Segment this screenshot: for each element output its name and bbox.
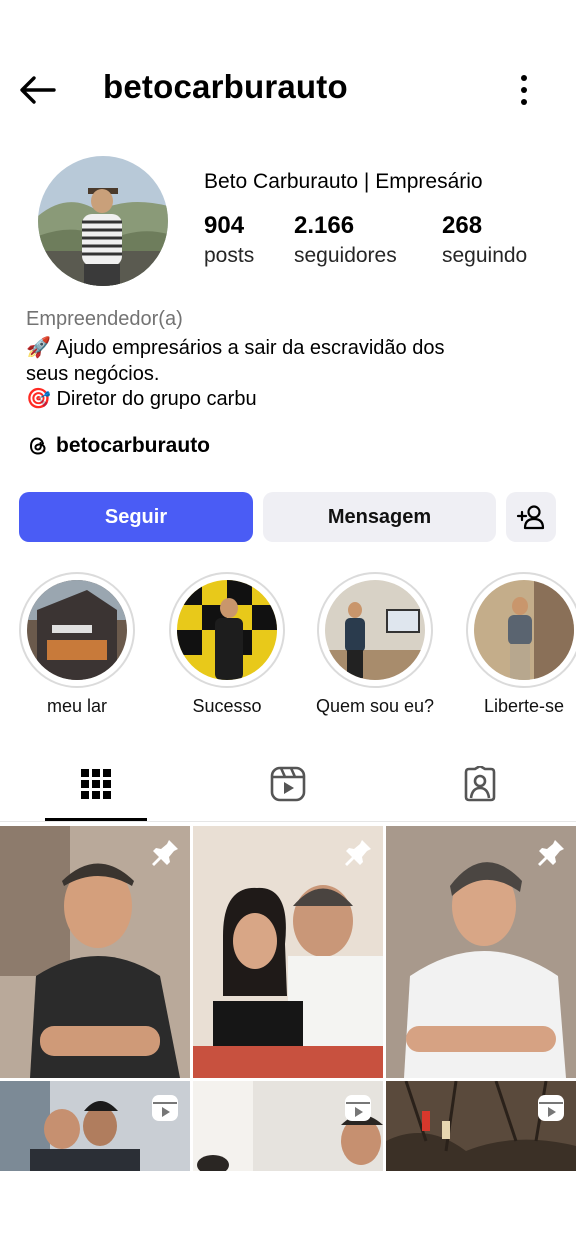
tab-divider	[0, 821, 576, 822]
followers-count[interactable]: 2.166	[294, 212, 354, 240]
tab-tagged[interactable]	[450, 762, 510, 806]
highlight-quem-sou-eu[interactable]: Quem sou eu?	[315, 572, 435, 717]
bio-line: seus negócios.	[26, 363, 160, 385]
threads-icon	[29, 437, 46, 455]
grid-post-pinned[interactable]	[193, 826, 383, 1078]
grid-reel[interactable]	[386, 1081, 576, 1171]
highlight-cover	[325, 580, 425, 680]
posts-label: posts	[204, 244, 255, 267]
bio-line: 🎯 Diretor do grupo carbu	[26, 388, 257, 410]
pin-icon	[150, 838, 180, 868]
pin-icon	[536, 838, 566, 868]
following-count[interactable]: 268	[442, 212, 482, 240]
tagged-icon	[464, 766, 496, 802]
tab-reels[interactable]	[258, 762, 318, 806]
suggest-people-button[interactable]	[506, 492, 556, 542]
message-button[interactable]: Mensagem	[263, 492, 496, 542]
profile-category: Empreendedor(a)	[26, 308, 183, 330]
pin-icon	[343, 838, 373, 868]
reel-icon	[343, 1093, 373, 1123]
back-arrow-icon[interactable]	[18, 72, 58, 108]
bio-line: 🚀 Ajudo empresários a sair da escravidão…	[26, 337, 445, 359]
highlight-label: meu lar	[46, 696, 108, 716]
highlight-cover	[474, 580, 574, 680]
highlight-label: Quem sou eu?	[315, 696, 435, 716]
posts-count: 904	[204, 212, 245, 239]
following-label[interactable]: seguindo	[442, 244, 527, 268]
add-person-icon	[516, 505, 545, 530]
reel-icon	[536, 1093, 566, 1123]
threads-handle: betocarburauto	[56, 434, 211, 457]
highlight-cover	[27, 580, 127, 680]
grid-icon	[81, 769, 111, 799]
followers-label[interactable]: seguidores	[294, 244, 397, 268]
reels-icon	[270, 766, 306, 802]
grid-reel[interactable]	[193, 1081, 383, 1171]
highlight-cover	[177, 580, 277, 680]
more-options-icon[interactable]	[506, 72, 542, 108]
tab-posts-grid[interactable]	[66, 762, 126, 806]
follow-button[interactable]: Seguir	[19, 492, 253, 542]
grid-post-pinned[interactable]	[386, 826, 576, 1078]
threads-link[interactable]: betocarburauto	[26, 432, 210, 460]
highlight-label: Liberte-se	[483, 696, 565, 716]
highlight-sucesso[interactable]: Sucesso	[167, 572, 287, 717]
profile-username-title: betocarburauto	[103, 68, 348, 105]
profile-avatar[interactable]	[38, 156, 168, 286]
grid-reel[interactable]	[0, 1081, 190, 1171]
profile-display-name: Beto Carburauto | Empresário	[204, 170, 483, 193]
highlight-label: Sucesso	[192, 696, 262, 716]
highlight-liberte-se[interactable]: Liberte-se	[464, 572, 576, 717]
highlight-meu-lar[interactable]: meu lar	[17, 572, 137, 717]
grid-post-pinned[interactable]	[0, 826, 190, 1078]
reel-icon	[150, 1093, 180, 1123]
